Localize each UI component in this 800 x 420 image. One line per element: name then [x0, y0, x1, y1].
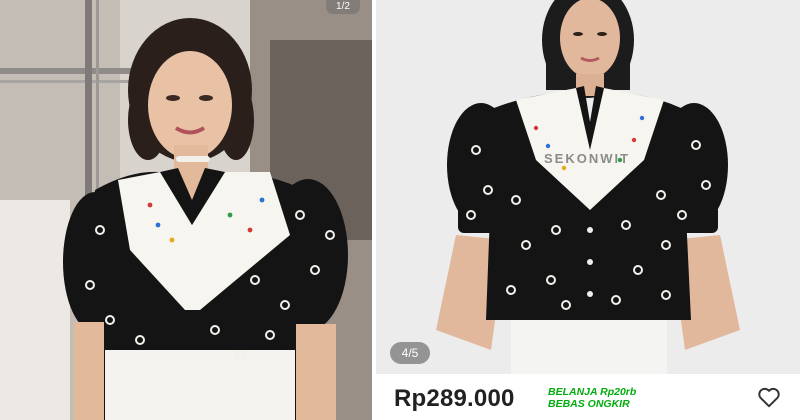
- wishlist-heart-svg: [758, 387, 780, 408]
- product-panel: SEKONWIT 4/5 Rp289.000 BELANJA Rp20rb BE…: [376, 0, 800, 420]
- brand-watermark: SEKONWIT: [544, 151, 631, 166]
- promo-line-1: BELANJA Rp20rb: [548, 386, 637, 398]
- screen: 1/2 SEKONWIT 4/5 Rp289.000 BELANJA Rp20r…: [0, 0, 800, 420]
- image-counter: 1/2: [326, 0, 360, 14]
- price-bar: Rp289.000 BELANJA Rp20rb BEBAS ONGKIR: [376, 374, 800, 420]
- product-photo-image: [376, 0, 800, 374]
- product-price: Rp289.000: [394, 385, 515, 412]
- product-photo[interactable]: SEKONWIT 4/5: [376, 0, 800, 374]
- influencer-photo[interactable]: 1/2: [0, 0, 372, 420]
- free-shipping-badge[interactable]: BELANJA Rp20rb BEBAS ONGKIR: [548, 386, 636, 410]
- promo-line-2: BEBAS ONGKIR: [548, 398, 630, 410]
- influencer-photo-image: [0, 0, 372, 420]
- image-page-indicator: 4/5: [390, 342, 430, 364]
- heart-icon[interactable]: [756, 384, 782, 410]
